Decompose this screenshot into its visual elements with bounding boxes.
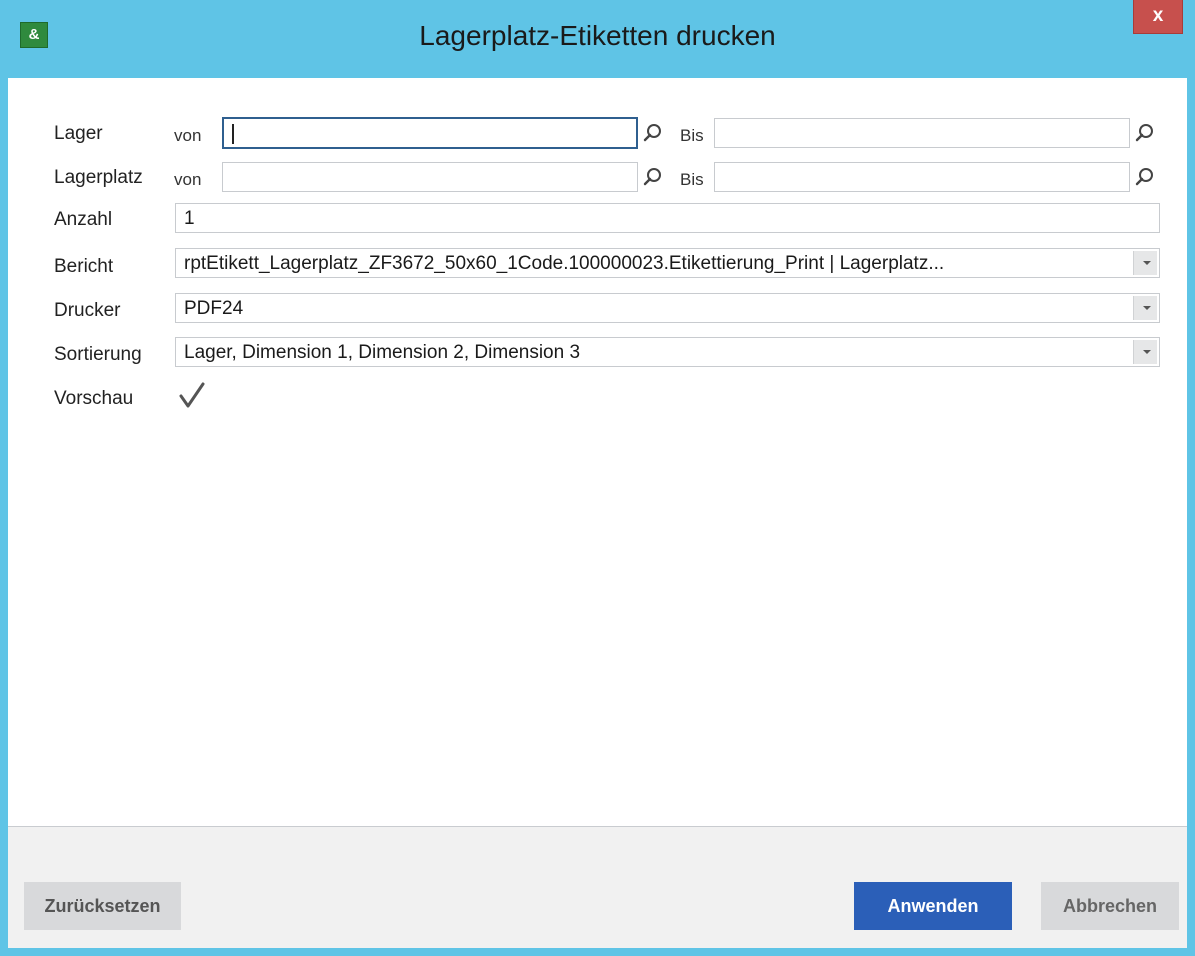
lagerplatz-from-label: von (174, 170, 202, 189)
title-bar[interactable]: & Lagerplatz-Etiketten drucken x (0, 0, 1195, 78)
chevron-down-icon[interactable] (1133, 251, 1157, 275)
lagerplatz-from-search-button[interactable] (638, 162, 666, 192)
footer-bar: Zurücksetzen Anwenden Abbrechen (8, 827, 1187, 948)
close-button[interactable]: x (1133, 0, 1183, 34)
anzahl-value: 1 (184, 208, 195, 229)
sortierung-label: Sortierung (54, 344, 142, 365)
lagerplatz-to-search-button[interactable] (1130, 162, 1158, 192)
search-icon (643, 124, 661, 142)
drucker-select[interactable]: PDF24 (175, 293, 1160, 323)
lager-from-input[interactable] (222, 117, 638, 149)
sortierung-value: Lager, Dimension 1, Dimension 2, Dimensi… (184, 342, 581, 363)
reset-button[interactable]: Zurücksetzen (24, 882, 181, 930)
lager-from-search-button[interactable] (638, 118, 666, 148)
drucker-value: PDF24 (184, 298, 244, 319)
lagerplatz-from-input[interactable] (222, 162, 638, 192)
vorschau-label: Vorschau (54, 388, 134, 409)
lager-to-input[interactable] (714, 118, 1130, 148)
check-icon (179, 382, 205, 408)
vorschau-checkbox[interactable] (178, 382, 206, 410)
lager-from-label: von (174, 126, 202, 145)
lager-to-label: Bis (680, 126, 704, 145)
form-area: Lager von Bis Lagerplatz von Bis Anzahl … (8, 78, 1187, 826)
apply-button[interactable]: Anwenden (854, 882, 1012, 930)
cancel-button[interactable]: Abbrechen (1041, 882, 1179, 930)
bericht-value: rptEtikett_Lagerplatz_ZF3672_50x60_1Code… (184, 253, 945, 274)
bericht-select[interactable]: rptEtikett_Lagerplatz_ZF3672_50x60_1Code… (175, 248, 1160, 278)
search-icon (1135, 168, 1153, 186)
bericht-label: Bericht (54, 256, 114, 277)
anzahl-input[interactable]: 1 (175, 203, 1160, 233)
dialog-window: & Lagerplatz-Etiketten drucken x Lager v… (0, 0, 1195, 956)
search-icon (643, 168, 661, 186)
window-title: Lagerplatz-Etiketten drucken (419, 20, 776, 51)
lager-label: Lager (54, 123, 103, 144)
chevron-down-icon[interactable] (1133, 340, 1157, 364)
sortierung-select[interactable]: Lager, Dimension 1, Dimension 2, Dimensi… (175, 337, 1160, 367)
drucker-label: Drucker (54, 300, 121, 321)
search-icon (1135, 124, 1153, 142)
anzahl-label: Anzahl (54, 209, 113, 230)
lager-to-search-button[interactable] (1130, 118, 1158, 148)
chevron-down-icon[interactable] (1133, 296, 1157, 320)
lagerplatz-to-input[interactable] (714, 162, 1130, 192)
text-caret (232, 124, 234, 144)
lagerplatz-label: Lagerplatz (54, 167, 143, 188)
lagerplatz-to-label: Bis (680, 170, 704, 189)
